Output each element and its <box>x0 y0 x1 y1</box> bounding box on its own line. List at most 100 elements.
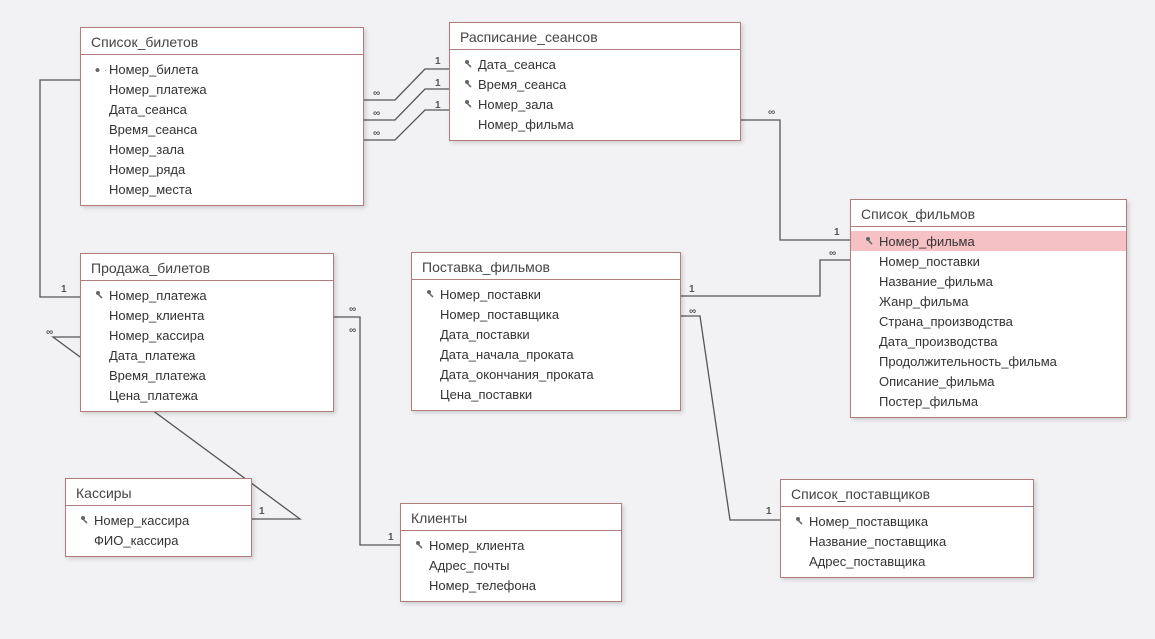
field-label: Номер_кассира <box>109 328 323 343</box>
entity-suppliers[interactable]: Список_поставщиков Номер_поставщика Назв… <box>780 479 1034 578</box>
key-icon <box>422 288 440 300</box>
key-icon <box>91 63 109 75</box>
field-label: Дата_начала_проката <box>440 347 670 362</box>
rel-one: 1 <box>833 227 841 238</box>
field-label: Цена_платежа <box>109 388 323 403</box>
table-row[interactable]: ФИО_кассира <box>66 530 251 550</box>
field-label: Продолжительность_фильма <box>879 354 1116 369</box>
table-row[interactable]: Продолжительность_фильма <box>851 351 1126 371</box>
field-label: Адрес_поставщика <box>809 554 1023 569</box>
key-icon <box>861 235 879 247</box>
table-row[interactable]: Номер_кассира <box>81 325 333 345</box>
rel-one: 1 <box>60 284 68 295</box>
table-row[interactable]: Дата_начала_проката <box>412 344 680 364</box>
table-row[interactable]: Страна_производства <box>851 311 1126 331</box>
field-label: Постер_фильма <box>879 394 1116 409</box>
table-row[interactable]: Адрес_почты <box>401 555 621 575</box>
entity-cashiers[interactable]: Кассиры Номер_кассира ФИО_кассира <box>65 478 252 557</box>
field-label: Дата_производства <box>879 334 1116 349</box>
table-row[interactable]: Номер_места <box>81 179 363 199</box>
rel-many: ∞ <box>372 88 381 99</box>
field-label: Дата_сеанса <box>478 57 730 72</box>
table-row[interactable]: Дата_платежа <box>81 345 333 365</box>
table-row[interactable]: Дата_сеанса <box>81 99 363 119</box>
field-list: Номер_поставщика Название_поставщика Адр… <box>781 507 1033 577</box>
table-row[interactable]: Номер_клиента <box>81 305 333 325</box>
field-label: Номер_телефона <box>429 578 611 593</box>
field-label: Название_фильма <box>879 274 1116 289</box>
table-row[interactable]: Номер_телефона <box>401 575 621 595</box>
table-row[interactable]: Жанр_фильма <box>851 291 1126 311</box>
table-row[interactable]: Название_фильма <box>851 271 1126 291</box>
field-label: Номер_фильма <box>879 234 1116 249</box>
key-icon <box>791 515 809 527</box>
diagram-canvas[interactable]: 1 1 1 ∞ ∞ ∞ 1 ∞ 1 ∞ 1 ∞ 1 ∞ 1 ∞ 1 ∞ Спис… <box>0 0 1155 639</box>
table-row[interactable]: Дата_окончания_проката <box>412 364 680 384</box>
field-label: Номер_фильма <box>478 117 730 132</box>
table-row[interactable]: Номер_зала <box>81 139 363 159</box>
field-label: ФИО_кассира <box>94 533 241 548</box>
entity-title: Расписание_сеансов <box>450 23 740 50</box>
field-list: Номер_поставки Номер_поставщика Дата_пос… <box>412 280 680 410</box>
field-label: Жанр_фильма <box>879 294 1116 309</box>
field-label: Время_платежа <box>109 368 323 383</box>
table-row[interactable]: Дата_поставки <box>412 324 680 344</box>
rel-many: ∞ <box>828 248 837 259</box>
table-row[interactable]: Номер_поставщика <box>781 511 1033 531</box>
entity-clients[interactable]: Клиенты Номер_клиента Адрес_почты Номер_… <box>400 503 622 602</box>
table-row[interactable]: Номер_кассира <box>66 510 251 530</box>
entity-films[interactable]: Список_фильмов Номер_фильма Номер_постав… <box>850 199 1127 418</box>
table-row[interactable]: Постер_фильма <box>851 391 1126 411</box>
table-row-selected[interactable]: Номер_фильма <box>851 231 1126 251</box>
entity-title: Кассиры <box>66 479 251 506</box>
table-row[interactable]: Время_сеанса <box>450 74 740 94</box>
rel-many: ∞ <box>45 327 54 338</box>
field-list: Номер_клиента Адрес_почты Номер_телефона <box>401 531 621 601</box>
table-row[interactable]: Номер_поставщика <box>412 304 680 324</box>
rel-many: ∞ <box>688 306 697 317</box>
field-label: Дата_окончания_проката <box>440 367 670 382</box>
key-icon <box>460 58 478 70</box>
table-row[interactable]: Номер_клиента <box>401 535 621 555</box>
table-row[interactable]: Номер_фильма <box>450 114 740 134</box>
key-icon <box>411 539 429 551</box>
table-row[interactable]: Название_поставщика <box>781 531 1033 551</box>
field-label: Номер_ряда <box>109 162 353 177</box>
table-row[interactable]: Адрес_поставщика <box>781 551 1033 571</box>
table-row[interactable]: Цена_поставки <box>412 384 680 404</box>
table-row[interactable]: Номер_платежа <box>81 79 363 99</box>
table-row[interactable]: Время_платежа <box>81 365 333 385</box>
table-row[interactable]: Номер_билета <box>81 59 363 79</box>
table-row[interactable]: Дата_сеанса <box>450 54 740 74</box>
field-list: Дата_сеанса Время_сеанса Номер_зала Номе… <box>450 50 740 140</box>
rel-one: 1 <box>434 100 442 111</box>
table-row[interactable]: Номер_ряда <box>81 159 363 179</box>
field-label: Название_поставщика <box>809 534 1023 549</box>
table-row[interactable]: Номер_платежа <box>81 285 333 305</box>
entity-sales[interactable]: Продажа_билетов Номер_платежа Номер_клие… <box>80 253 334 412</box>
table-row[interactable]: Время_сеанса <box>81 119 363 139</box>
table-row[interactable]: Цена_платежа <box>81 385 333 405</box>
field-label: Описание_фильма <box>879 374 1116 389</box>
table-row[interactable]: Описание_фильма <box>851 371 1126 391</box>
key-icon <box>460 98 478 110</box>
field-label: Номер_зала <box>478 97 730 112</box>
entity-title: Список_фильмов <box>851 200 1126 227</box>
field-label: Дата_поставки <box>440 327 670 342</box>
rel-many: ∞ <box>348 325 357 336</box>
table-row[interactable]: Номер_поставки <box>851 251 1126 271</box>
rel-many: ∞ <box>372 128 381 139</box>
entity-supply[interactable]: Поставка_фильмов Номер_поставки Номер_по… <box>411 252 681 411</box>
field-label: Номер_билета <box>109 62 353 77</box>
key-icon <box>76 514 94 526</box>
field-label: Дата_платежа <box>109 348 323 363</box>
entity-tickets[interactable]: Список_билетов Номер_билета Номер_платеж… <box>80 27 364 206</box>
table-row[interactable]: Дата_производства <box>851 331 1126 351</box>
table-row[interactable]: Номер_зала <box>450 94 740 114</box>
field-list: Номер_платежа Номер_клиента Номер_кассир… <box>81 281 333 411</box>
entity-schedule[interactable]: Расписание_сеансов Дата_сеанса Время_сеа… <box>449 22 741 141</box>
entity-title: Поставка_фильмов <box>412 253 680 280</box>
entity-title: Клиенты <box>401 504 621 531</box>
table-row[interactable]: Номер_поставки <box>412 284 680 304</box>
field-label: Номер_платежа <box>109 82 353 97</box>
